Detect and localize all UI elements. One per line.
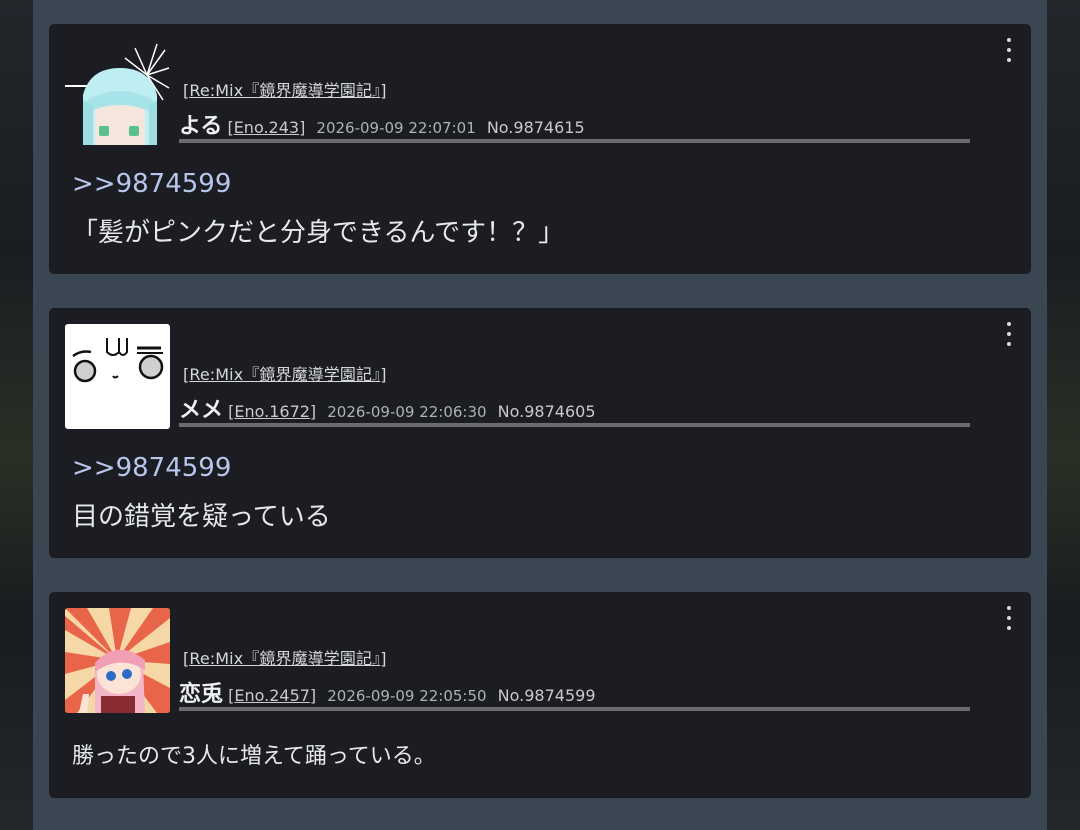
post-number: No.9874599 bbox=[497, 686, 596, 705]
eno-link[interactable]: Eno.1672 bbox=[234, 402, 310, 421]
more-vertical-icon[interactable] bbox=[1001, 320, 1017, 348]
post-number: No.9874605 bbox=[497, 402, 596, 421]
post-date: 2026-09-09 22:07:01 bbox=[316, 119, 476, 137]
divider bbox=[179, 423, 970, 427]
avatar-image-meme bbox=[65, 324, 170, 429]
divider bbox=[179, 139, 970, 143]
reply-link[interactable]: >>9874599 bbox=[72, 169, 231, 199]
avatar[interactable] bbox=[65, 608, 170, 713]
author-name: メメ bbox=[179, 398, 224, 423]
avatar[interactable] bbox=[65, 40, 170, 145]
background-right bbox=[1047, 0, 1080, 830]
avatar-image-yoru bbox=[65, 40, 170, 145]
reply-link[interactable]: >>9874599 bbox=[72, 453, 231, 483]
post-number: No.9874615 bbox=[486, 118, 585, 137]
more-vertical-icon[interactable] bbox=[1001, 36, 1017, 64]
room-title[interactable]: [Re:Mix『鏡界魔導学園記』] bbox=[183, 361, 387, 385]
author-name: よる bbox=[179, 114, 223, 139]
eno-link-wrap: [Eno.1672] bbox=[228, 402, 317, 421]
eno-link-wrap: [Eno.2457] bbox=[228, 686, 317, 705]
post-date: 2026-09-09 22:05:50 bbox=[327, 687, 487, 705]
room-link[interactable]: Re:Mix『鏡界魔導学園記』 bbox=[189, 365, 380, 384]
post-meta: 恋兎 [Eno.2457] 2026-09-09 22:05:50 No.987… bbox=[179, 676, 596, 708]
room-link[interactable]: Re:Mix『鏡界魔導学園記』 bbox=[189, 649, 380, 668]
eno-link[interactable]: Eno.243 bbox=[234, 118, 299, 137]
avatar[interactable] bbox=[65, 324, 170, 429]
divider bbox=[179, 707, 970, 711]
room-title[interactable]: [Re:Mix『鏡界魔導学園記』] bbox=[183, 77, 387, 101]
background-left bbox=[0, 0, 33, 830]
more-vertical-icon[interactable] bbox=[1001, 604, 1017, 632]
post-body: 「髪がピンクだと分身できるんです！？」 bbox=[72, 218, 565, 248]
author-name: 恋兎 bbox=[179, 682, 224, 707]
room-link[interactable]: Re:Mix『鏡界魔導学園記』 bbox=[189, 81, 380, 100]
post-card: [Re:Mix『鏡界魔導学園記』] よる [Eno.243] 2026-09-0… bbox=[49, 24, 1031, 274]
post-date: 2026-09-09 22:06:30 bbox=[327, 403, 487, 421]
post-body: 目の錯覚を疑っている bbox=[72, 502, 331, 532]
post-card: [Re:Mix『鏡界魔導学園記』] 恋兎 [Eno.2457] 2026-09-… bbox=[49, 592, 1031, 798]
post-meta: メメ [Eno.1672] 2026-09-09 22:06:30 No.987… bbox=[179, 392, 596, 424]
post-meta: よる [Eno.243] 2026-09-09 22:07:01 No.9874… bbox=[179, 108, 585, 140]
eno-link[interactable]: Eno.2457 bbox=[234, 686, 310, 705]
timeline-column: [Re:Mix『鏡界魔導学園記』] よる [Eno.243] 2026-09-0… bbox=[33, 0, 1047, 830]
eno-link-wrap: [Eno.243] bbox=[227, 118, 306, 137]
room-title[interactable]: [Re:Mix『鏡界魔導学園記』] bbox=[183, 645, 387, 669]
avatar-image-koito bbox=[65, 608, 170, 713]
post-body: 勝ったので3人に増えて踊っている。 bbox=[72, 744, 436, 769]
post-card: [Re:Mix『鏡界魔導学園記』] メメ [Eno.1672] 2026-09-… bbox=[49, 308, 1031, 558]
